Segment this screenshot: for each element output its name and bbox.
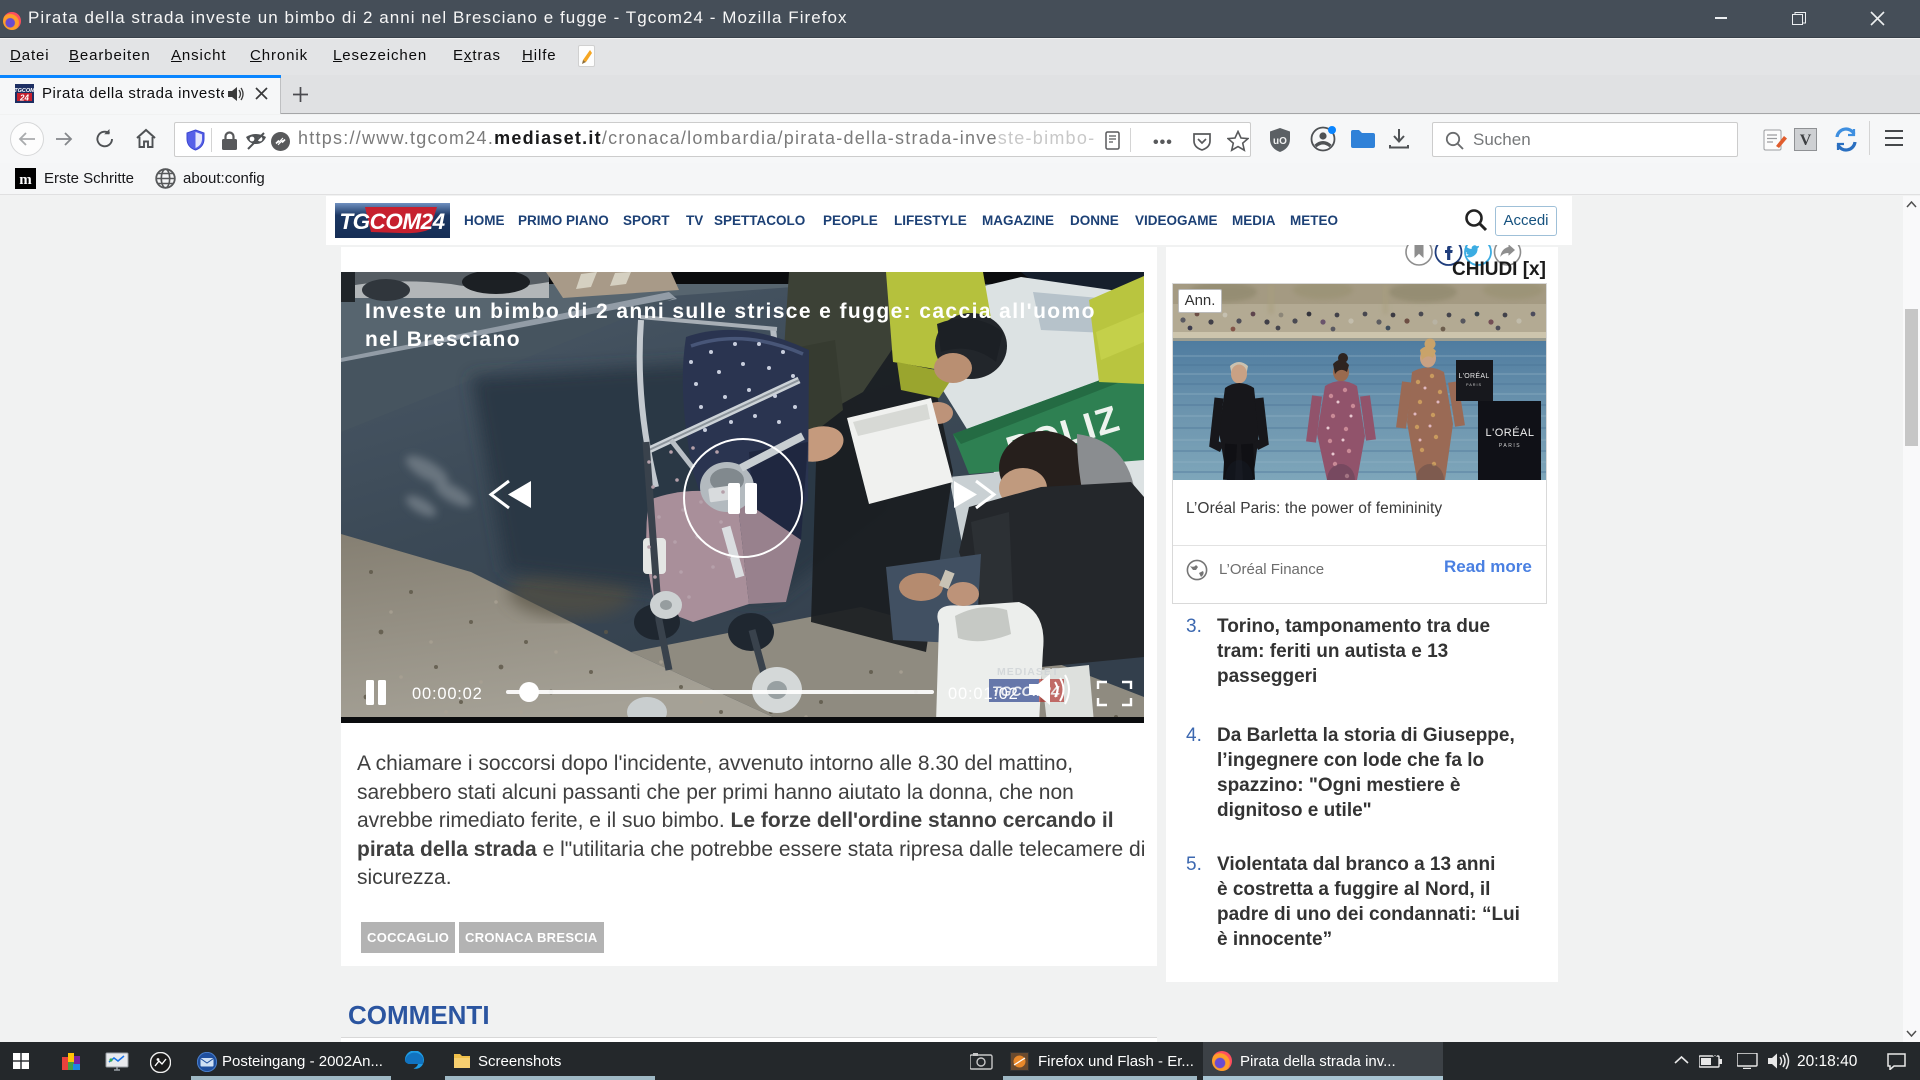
svg-text:PARIS: PARIS — [1499, 443, 1521, 449]
svg-text:PARIS: PARIS — [1466, 383, 1482, 387]
svg-text:24: 24 — [19, 94, 29, 103]
svg-text:Investe un bimbo di 2 anni sul: Investe un bimbo di 2 anni sulle strisce… — [365, 300, 1096, 323]
svg-text:TGCOM24: TGCOM24 — [339, 209, 445, 234]
svg-text:V: V — [1800, 132, 1812, 149]
svg-text:uO: uO — [1273, 136, 1287, 147]
svg-text:00:01:02: 00:01:02 — [948, 685, 1019, 703]
svg-text:00:00:02: 00:00:02 — [412, 685, 483, 703]
svg-text:L'ORÉAL: L'ORÉAL — [1458, 371, 1489, 380]
svg-text:L'ORÉAL: L'ORÉAL — [1485, 426, 1534, 439]
svg-text:nel Bresciano: nel Bresciano — [365, 328, 521, 351]
svg-text:m: m — [19, 172, 32, 188]
